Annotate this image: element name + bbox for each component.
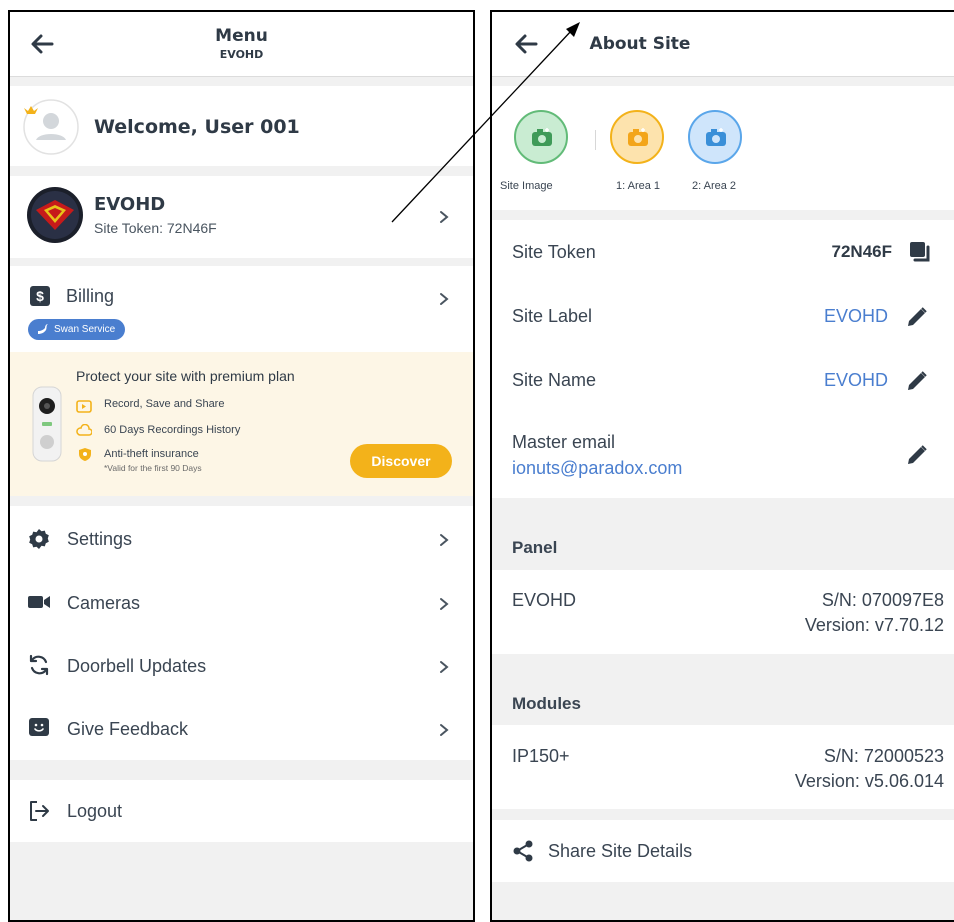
image-caption: 1: Area 1 <box>616 180 661 192</box>
dollar-icon: $ <box>30 286 50 306</box>
pencil-icon[interactable] <box>906 444 928 466</box>
menu-list: Settings Cameras Doorbell Updates Give F… <box>10 506 473 760</box>
site-label-value: EVOHD <box>823 306 888 326</box>
site-row[interactable]: EVOHD Site Token: 72N46F <box>10 176 473 258</box>
swan-service-label: Swan Service <box>54 324 116 335</box>
promo-feature-2: 60 Days Recordings History <box>104 424 241 436</box>
user-avatar-icon <box>23 99 79 155</box>
site-token-label: Site Token <box>512 242 596 262</box>
cloud-icon <box>76 424 92 436</box>
copy-icon[interactable] <box>908 240 932 264</box>
image-caption: 2: Area 2 <box>692 180 737 192</box>
discover-button[interactable]: Discover <box>350 444 452 478</box>
logout-row[interactable]: Logout <box>10 780 473 842</box>
module-row: IP150+ S/N: 72000523 Version: v5.06.014 <box>492 725 954 809</box>
site-name-row[interactable]: Site Name EVOHD <box>492 348 954 412</box>
panel-serial: S/N: 070097E8 <box>821 590 944 610</box>
share-site-details-row[interactable]: Share Site Details <box>492 820 954 882</box>
about-site-header: About Site <box>492 12 954 77</box>
play-record-icon <box>76 400 92 413</box>
logout-label: Logout <box>67 801 123 821</box>
chevron-right-icon <box>440 534 449 546</box>
menu-item-label: Doorbell Updates <box>67 656 207 676</box>
menu-item-cameras[interactable]: Cameras <box>10 569 473 632</box>
menu-item-label: Give Feedback <box>67 719 189 739</box>
site-token-value: 72N46F <box>831 242 892 261</box>
doorbell-image <box>32 386 62 462</box>
image-caption: Site Image <box>500 180 553 192</box>
menu-item-give-feedback[interactable]: Give Feedback <box>10 695 473 758</box>
chevron-right-icon <box>440 293 449 305</box>
about-site-screen: About Site Site Image 1: Area 1 2: Area … <box>490 10 954 922</box>
menu-item-doorbell-updates[interactable]: Doorbell Updates <box>10 632 473 695</box>
chevron-right-icon <box>440 724 449 736</box>
divider <box>595 130 596 150</box>
billing-section: $ Billing Swan Service Protect your site… <box>10 266 473 496</box>
site-token-text: Site Token: 72N46F <box>94 220 217 236</box>
site-images-strip: Site Image 1: Area 1 2: Area 2 <box>492 86 954 210</box>
site-name-value: EVOHD <box>823 370 888 390</box>
share-icon <box>513 840 533 862</box>
site-token-row: Site Token 72N46F <box>492 220 954 284</box>
page-subtitle: EVOHD <box>219 48 264 61</box>
site-fields: Site Token 72N46F Site Label EVOHD Site … <box>492 220 954 498</box>
pencil-icon[interactable] <box>906 306 928 328</box>
site-name: EVOHD <box>94 194 166 215</box>
menu-screen: Menu EVOHD Welcome, User 001 EVOHD Site … <box>8 10 475 922</box>
refresh-icon <box>29 654 49 676</box>
camera-add-icon <box>706 128 726 146</box>
page-title: Menu <box>215 26 268 46</box>
panel-version: Version: v7.70.12 <box>804 615 944 635</box>
panel-row: EVOHD S/N: 070097E8 Version: v7.70.12 <box>492 570 954 654</box>
site-label-label: Site Label <box>512 306 593 326</box>
menu-item-label: Settings <box>67 529 133 549</box>
swan-icon <box>38 324 48 334</box>
module-serial: S/N: 72000523 <box>823 746 944 766</box>
promo-feature-3: Anti-theft insurance <box>104 448 199 460</box>
chevron-right-icon <box>440 211 449 223</box>
master-email-value: ionuts@paradox.com <box>512 458 683 478</box>
chevron-right-icon <box>440 661 449 673</box>
gear-icon <box>29 529 49 549</box>
modules-section-title: Modules <box>512 694 581 713</box>
menu-item-label: Cameras <box>67 593 141 613</box>
promo-title: Protect your site with premium plan <box>76 368 295 384</box>
swan-service-badge: Swan Service <box>28 319 126 340</box>
page-title: About Site <box>589 34 691 54</box>
promo-note: *Valid for the first 90 Days <box>104 463 202 473</box>
billing-label: Billing <box>66 286 115 306</box>
menu-header: Menu EVOHD <box>10 12 473 77</box>
premium-promo: Protect your site with premium plan Reco… <box>10 352 473 496</box>
welcome-card[interactable]: Welcome, User 001 <box>10 86 473 166</box>
pencil-icon[interactable] <box>906 370 928 392</box>
feedback-smile-icon <box>29 718 49 736</box>
menu-item-settings[interactable]: Settings <box>10 506 473 569</box>
chevron-right-icon <box>440 598 449 610</box>
module-version: Version: v5.06.014 <box>794 771 944 791</box>
panel-name: EVOHD <box>512 590 577 610</box>
share-site-details-label: Share Site Details <box>548 841 693 861</box>
camera-add-icon <box>628 128 648 146</box>
master-email-row[interactable]: Master email ionuts@paradox.com <box>492 412 954 498</box>
area-1-image-button[interactable] <box>610 110 664 164</box>
promo-feature-1: Record, Save and Share <box>104 398 225 410</box>
welcome-text: Welcome, User 001 <box>94 116 300 138</box>
billing-row[interactable]: $ Billing Swan Service <box>10 266 473 352</box>
shield-icon <box>79 448 91 461</box>
panel-section-title: Panel <box>512 538 558 557</box>
site-image-button[interactable] <box>514 110 568 164</box>
logout-icon <box>30 801 49 821</box>
master-email-label: Master email <box>512 432 616 452</box>
area-2-image-button[interactable] <box>688 110 742 164</box>
video-camera-icon <box>28 596 50 608</box>
site-avatar-image <box>27 187 83 243</box>
camera-add-icon <box>532 128 552 146</box>
module-name: IP150+ <box>512 746 570 766</box>
site-name-label: Site Name <box>512 370 597 390</box>
site-label-row[interactable]: Site Label EVOHD <box>492 284 954 348</box>
